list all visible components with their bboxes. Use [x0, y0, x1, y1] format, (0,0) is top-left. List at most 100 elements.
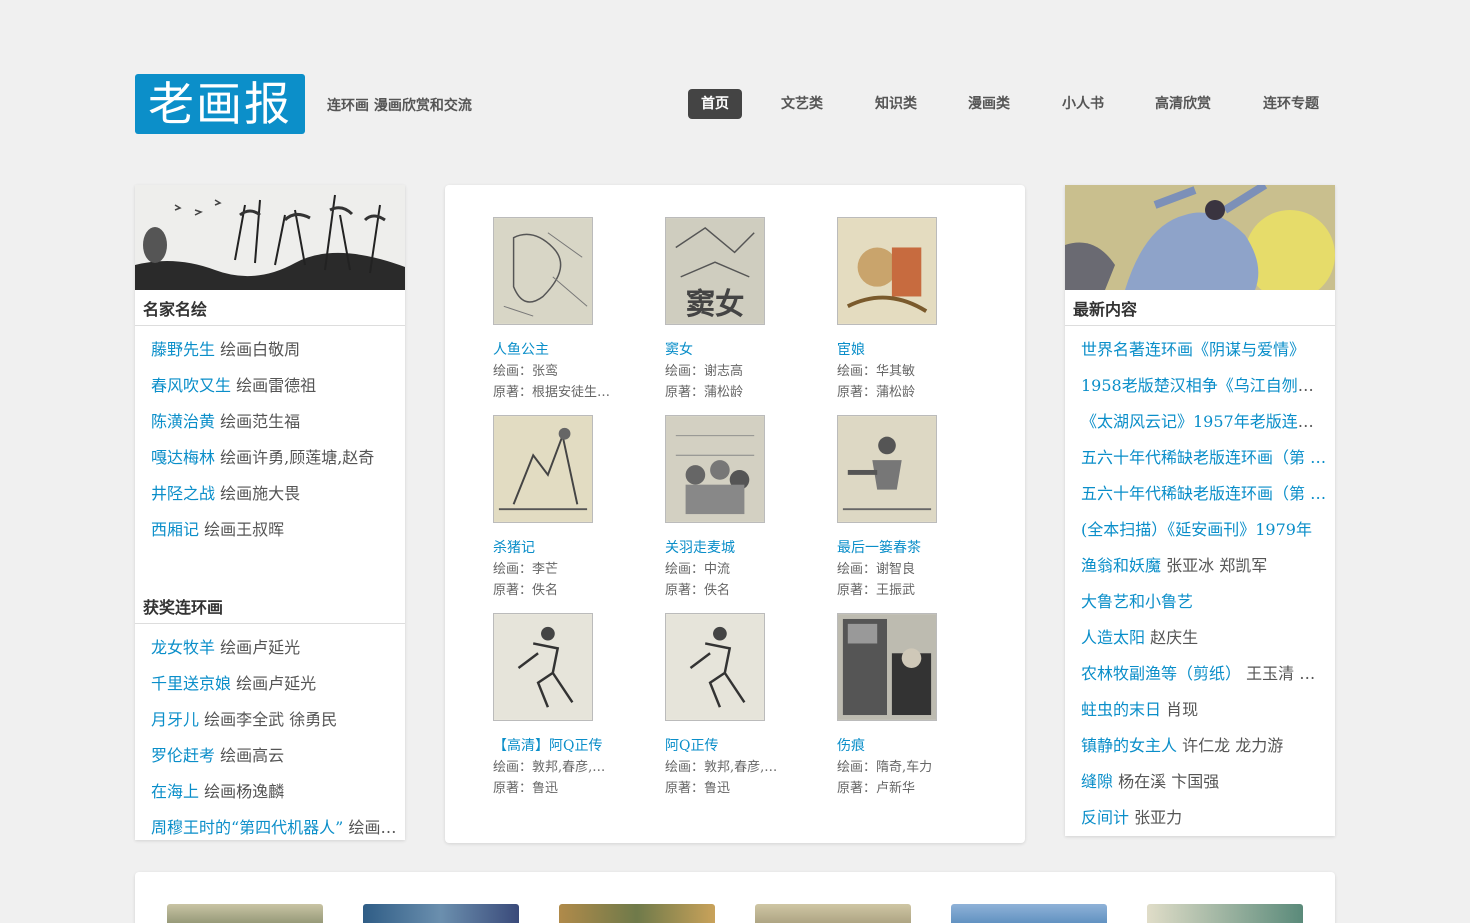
item-title[interactable]: 井陉之战	[151, 484, 215, 503]
nav-picture-books[interactable]: 小人书	[1049, 89, 1117, 119]
item-title[interactable]: 西厢记	[151, 520, 199, 539]
list-item[interactable]: 五六十年代稀缺老版连环画（第 …	[1081, 444, 1327, 480]
item-meta: 王玉清 …	[1246, 664, 1316, 683]
item-title[interactable]: 千里送京娘	[151, 674, 231, 693]
item-title[interactable]: 陈潢治黄	[151, 412, 215, 431]
list-item[interactable]: 罗伦赶考 绘画高云	[151, 742, 397, 778]
list-item[interactable]: 农林牧副渔等（剪纸） 王玉清 …	[1081, 660, 1327, 696]
item-title[interactable]: 罗伦赶考	[151, 746, 215, 765]
comic-card[interactable]: 阿Q正传 绘画：敦邦,春彦,… 原著：鲁迅	[665, 613, 815, 799]
list-item[interactable]: 陈潢治黄 绘画范生福	[151, 408, 397, 444]
list-item[interactable]: 藤野先生 绘画白敬周	[151, 336, 397, 372]
cover-thumbnail[interactable]	[837, 613, 937, 721]
list-item[interactable]: 西厢记 绘画王叔晖	[151, 516, 397, 552]
item-title[interactable]: 大鲁艺和小鲁艺	[1081, 592, 1193, 611]
comic-card[interactable]: 窦女 窦女 绘画：谢志高 原著：蒲松龄	[665, 217, 815, 403]
featured-grid: 人鱼公主 绘画：张鸾 原著：根据安徒生… 窦女 窦女 绘画：谢志高 原著：蒲松龄…	[445, 185, 1025, 843]
cover-thumbnail[interactable]	[493, 613, 593, 721]
list-item[interactable]: 千里送京娘 绘画卢延光	[151, 670, 397, 706]
item-title[interactable]: 嘎达梅林	[151, 448, 215, 467]
item-title[interactable]: 月牙儿	[151, 710, 199, 729]
nav-literature[interactable]: 文艺类	[768, 89, 836, 119]
card-title[interactable]: 宦娘	[837, 340, 987, 361]
list-item[interactable]: 缝隙 杨在溪 卞国强	[1081, 768, 1327, 804]
card-origin: 原著：蒲松龄	[665, 385, 744, 400]
cover-thumbnail[interactable]	[665, 415, 765, 523]
list-item[interactable]: 大鲁艺和小鲁艺	[1081, 588, 1327, 624]
latest-list: 世界名著连环画《阴谋与爱情》 1958老版楚汉相争《乌江自刎》李 《太湖风云记》…	[1065, 326, 1335, 840]
card-title[interactable]: 人鱼公主	[493, 340, 643, 361]
list-item[interactable]: 周穆王时的“第四代机器人” 绘画…	[151, 814, 397, 850]
nav-knowledge[interactable]: 知识类	[862, 89, 930, 119]
item-title[interactable]: 在海上	[151, 782, 199, 801]
list-item[interactable]: 《太湖风云记》1957年老版连环画	[1081, 408, 1327, 444]
item-title[interactable]: 藤野先生	[151, 340, 215, 359]
item-title[interactable]: 镇静的女主人	[1081, 736, 1177, 755]
cover-thumbnail[interactable]	[665, 613, 765, 721]
item-title[interactable]: 春风吹又生	[151, 376, 231, 395]
item-title[interactable]: 周穆王时的“第四代机器人”	[151, 818, 343, 837]
comic-card[interactable]: 【高清】阿Q正传 绘画：敦邦,春彦,… 原著：鲁迅	[493, 613, 643, 799]
item-title[interactable]: 蛀虫的末日	[1081, 700, 1161, 719]
cover-thumbnail[interactable]	[837, 217, 937, 325]
list-item[interactable]: 渔翁和妖魔 张亚冰 郑凯军	[1081, 552, 1327, 588]
item-title[interactable]: 缝隙	[1081, 772, 1113, 791]
item-title[interactable]: 五六十年代稀缺老版连环画（第 …	[1081, 448, 1326, 467]
cover-thumbnail[interactable]	[837, 415, 937, 523]
list-item[interactable]: (全本扫描）《延安画刊》1979年	[1081, 516, 1327, 552]
item-meta: 张亚力	[1134, 808, 1183, 827]
cover-thumbnail[interactable]	[559, 904, 715, 923]
cover-thumbnail[interactable]	[493, 415, 593, 523]
main-nav: 首页 文艺类 知识类 漫画类 小人书 高清欣赏 连环专题	[0, 89, 1470, 119]
comic-card[interactable]: 关羽走麦城 绘画：中流 原著：佚名	[665, 415, 815, 601]
card-title[interactable]: 伤痕	[837, 736, 987, 757]
item-title[interactable]: 农林牧副渔等（剪纸）	[1081, 664, 1241, 683]
cover-thumbnail[interactable]	[1147, 904, 1303, 923]
item-title[interactable]: 龙女牧羊	[151, 638, 215, 657]
comic-card[interactable]: 伤痕 绘画：隋奇,车力 原著：卢新华	[837, 613, 987, 799]
card-title[interactable]: 关羽走麦城	[665, 538, 815, 559]
item-title[interactable]: 渔翁和妖魔	[1081, 556, 1161, 575]
list-item[interactable]: 人造太阳 赵庆生	[1081, 624, 1327, 660]
comic-card[interactable]: 杀猪记 绘画：李芒 原著：佚名	[493, 415, 643, 601]
list-item[interactable]: 月牙儿 绘画李全武 徐勇民	[151, 706, 397, 742]
item-title[interactable]: 反间计	[1081, 808, 1129, 827]
comic-card[interactable]: 宦娘 绘画：华其敏 原著：蒲松龄	[837, 217, 987, 403]
nav-home[interactable]: 首页	[688, 89, 742, 119]
card-title[interactable]: 阿Q正传	[665, 736, 815, 757]
comic-card[interactable]: 人鱼公主 绘画：张鸾 原著：根据安徒生…	[493, 217, 643, 403]
card-title[interactable]: 杀猪记	[493, 538, 643, 559]
nav-topics[interactable]: 连环专题	[1250, 89, 1332, 119]
list-item[interactable]: 镇静的女主人 许仁龙 龙力游	[1081, 732, 1327, 768]
list-item[interactable]: 世界名著连环画《阴谋与爱情》	[1081, 336, 1327, 372]
item-title[interactable]: (全本扫描）《延安画刊》1979年	[1081, 520, 1312, 539]
card-title[interactable]: 【高清】阿Q正传	[493, 736, 643, 757]
cover-thumbnail[interactable]	[755, 904, 911, 923]
list-item[interactable]: 蛀虫的末日 肖现	[1081, 696, 1327, 732]
list-item[interactable]: 五六十年代稀缺老版连环画（第 …	[1081, 480, 1327, 516]
item-title[interactable]: 人造太阳	[1081, 628, 1145, 647]
cover-thumbnail[interactable]	[493, 217, 593, 325]
latest-section-title: 最新内容	[1065, 290, 1335, 326]
list-item[interactable]: 井陉之战 绘画施大畏	[151, 480, 397, 516]
item-title[interactable]: 1958老版楚汉相争《乌江自刎》李	[1081, 376, 1327, 395]
cover-thumbnail[interactable]: 窦女	[665, 217, 765, 325]
nav-hd[interactable]: 高清欣赏	[1142, 89, 1224, 119]
card-origin: 原著：卢新华	[837, 781, 916, 796]
card-title[interactable]: 最后一篓春茶	[837, 538, 987, 559]
list-item[interactable]: 在海上 绘画杨逸麟	[151, 778, 397, 814]
list-item[interactable]: 1958老版楚汉相争《乌江自刎》李	[1081, 372, 1327, 408]
comic-card[interactable]: 最后一篓春茶 绘画：谢智良 原著：王振武	[837, 415, 987, 601]
nav-comics[interactable]: 漫画类	[955, 89, 1023, 119]
list-item[interactable]: 龙女牧羊 绘画卢延光	[151, 634, 397, 670]
item-title[interactable]: 五六十年代稀缺老版连环画（第 …	[1081, 484, 1326, 503]
list-item[interactable]: 嘎达梅林 绘画许勇,顾莲塘,赵奇	[151, 444, 397, 480]
cover-thumbnail[interactable]	[363, 904, 519, 923]
item-title[interactable]: 世界名著连环画《阴谋与爱情》	[1081, 340, 1305, 359]
list-item[interactable]: 反间计 张亚力	[1081, 804, 1327, 840]
cover-thumbnail[interactable]	[167, 904, 323, 923]
cover-thumbnail[interactable]	[951, 904, 1107, 923]
list-item[interactable]: 春风吹又生 绘画雷德祖	[151, 372, 397, 408]
card-title[interactable]: 窦女	[665, 340, 815, 361]
item-title[interactable]: 《太湖风云记》1957年老版连环画	[1081, 412, 1327, 431]
